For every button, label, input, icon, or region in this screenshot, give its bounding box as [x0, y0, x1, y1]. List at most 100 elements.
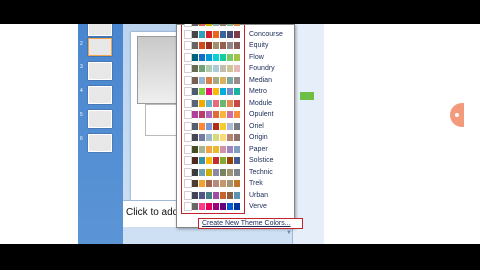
color-swatch — [220, 53, 226, 61]
color-swatch — [192, 88, 198, 95]
color-swatch — [227, 168, 233, 176]
color-swatch — [213, 88, 219, 95]
slide-thumbnail[interactable] — [88, 24, 112, 36]
slide-thumbnail[interactable] — [88, 134, 112, 152]
color-swatch — [192, 76, 198, 84]
color-swatch — [184, 110, 192, 119]
color-swatch — [199, 111, 205, 118]
color-swatch — [213, 145, 219, 153]
color-swatch — [220, 157, 226, 164]
color-swatch — [199, 99, 205, 107]
theme-color-row[interactable]: Verve — [181, 201, 289, 212]
theme-color-row[interactable]: Origin — [181, 132, 289, 143]
color-swatch — [213, 30, 219, 38]
theme-color-row[interactable]: Civic — [181, 24, 289, 28]
color-swatch — [213, 157, 219, 164]
powerpoint-window: 2 3 4 5 6 Click to add n CivicConcourseE… — [0, 24, 480, 244]
color-swatch — [184, 179, 192, 188]
color-swatch — [206, 65, 212, 72]
color-swatch — [213, 134, 219, 141]
theme-color-row[interactable]: Technic — [181, 167, 289, 178]
theme-color-name: Trek — [249, 180, 263, 187]
slide-thumbnail[interactable] — [88, 62, 112, 80]
color-swatch — [192, 65, 198, 72]
color-swatch — [220, 145, 226, 153]
theme-colors-dropdown: Civic Concourse Equity Flow Foundry Median Met… — [176, 24, 303, 229]
color-swatch — [199, 122, 205, 130]
color-swatch — [213, 168, 219, 176]
theme-color-name: Opulent — [249, 111, 274, 118]
theme-color-row[interactable]: Metro — [181, 86, 289, 97]
theme-color-row[interactable]: Foundry — [181, 63, 289, 74]
theme-color-name: Flow — [249, 53, 264, 61]
color-swatch — [227, 157, 233, 164]
video-letterbox-bottom — [0, 244, 480, 270]
color-swatch — [199, 65, 205, 72]
theme-color-row[interactable]: Module — [181, 98, 289, 109]
color-swatch — [192, 180, 198, 187]
color-swatch — [206, 24, 212, 26]
color-swatch — [206, 99, 212, 107]
theme-color-row[interactable]: Paper — [181, 144, 289, 155]
color-swatch — [199, 53, 205, 61]
slide-number: 6 — [80, 136, 83, 142]
color-swatch — [192, 191, 198, 199]
color-swatch — [213, 180, 219, 187]
theme-color-name: Paper — [249, 145, 268, 153]
color-swatch — [184, 133, 192, 142]
color-swatch — [227, 180, 233, 187]
color-swatch — [192, 24, 198, 26]
color-swatch — [227, 65, 233, 72]
color-swatch — [220, 203, 226, 210]
color-swatch — [227, 76, 233, 84]
color-swatch — [192, 111, 198, 118]
color-swatch — [192, 168, 198, 176]
left-margin — [0, 24, 78, 244]
color-swatch — [199, 203, 205, 210]
theme-color-name: Technic — [249, 168, 273, 176]
color-swatch — [227, 30, 233, 38]
theme-color-name: Equity — [249, 42, 269, 49]
theme-color-row[interactable]: Urban — [181, 190, 289, 201]
slide-number: 4 — [80, 88, 83, 94]
slide-thumbnail[interactable] — [88, 38, 112, 56]
color-swatch — [220, 168, 226, 176]
color-swatch — [234, 30, 240, 38]
create-new-theme-colors-button[interactable]: Create New Theme Colors... — [198, 218, 303, 229]
right-task-pane — [292, 24, 325, 244]
color-swatch — [220, 88, 226, 95]
slide-thumbnail[interactable] — [88, 110, 112, 128]
color-swatch — [227, 122, 233, 130]
color-swatch — [213, 53, 219, 61]
color-swatch — [234, 191, 240, 199]
theme-color-row[interactable]: Flow — [181, 52, 289, 63]
theme-color-name: Verve — [249, 203, 267, 210]
color-swatch — [199, 30, 205, 38]
color-swatch — [213, 99, 219, 107]
color-swatch — [227, 134, 233, 141]
color-swatch — [220, 180, 226, 187]
color-swatch — [184, 75, 192, 85]
theme-color-row[interactable]: Concourse — [181, 29, 289, 40]
theme-color-row[interactable]: Trek — [181, 178, 289, 189]
color-swatch — [192, 134, 198, 141]
color-swatch — [192, 157, 198, 164]
theme-color-row[interactable]: Opulent — [181, 109, 289, 120]
color-swatch — [213, 65, 219, 72]
color-swatch — [213, 203, 219, 210]
scroll-down-arrow-icon[interactable]: ▼ — [286, 230, 292, 236]
theme-color-row[interactable]: Median — [181, 75, 289, 86]
color-swatch — [184, 202, 192, 211]
theme-color-row[interactable]: Solstice — [181, 155, 289, 166]
slide-thumbnail[interactable] — [88, 86, 112, 104]
theme-color-row[interactable]: Equity — [181, 40, 289, 51]
color-swatch — [184, 52, 192, 62]
slide-thumbnail-pane[interactable]: 2 3 4 5 6 — [78, 24, 123, 244]
color-swatch — [206, 76, 212, 84]
theme-color-name: Origin — [249, 134, 268, 141]
color-swatch — [184, 156, 192, 165]
theme-color-row[interactable]: Oriel — [181, 121, 289, 132]
color-swatch — [234, 111, 240, 118]
color-swatch — [206, 157, 212, 164]
color-swatch — [206, 203, 212, 210]
